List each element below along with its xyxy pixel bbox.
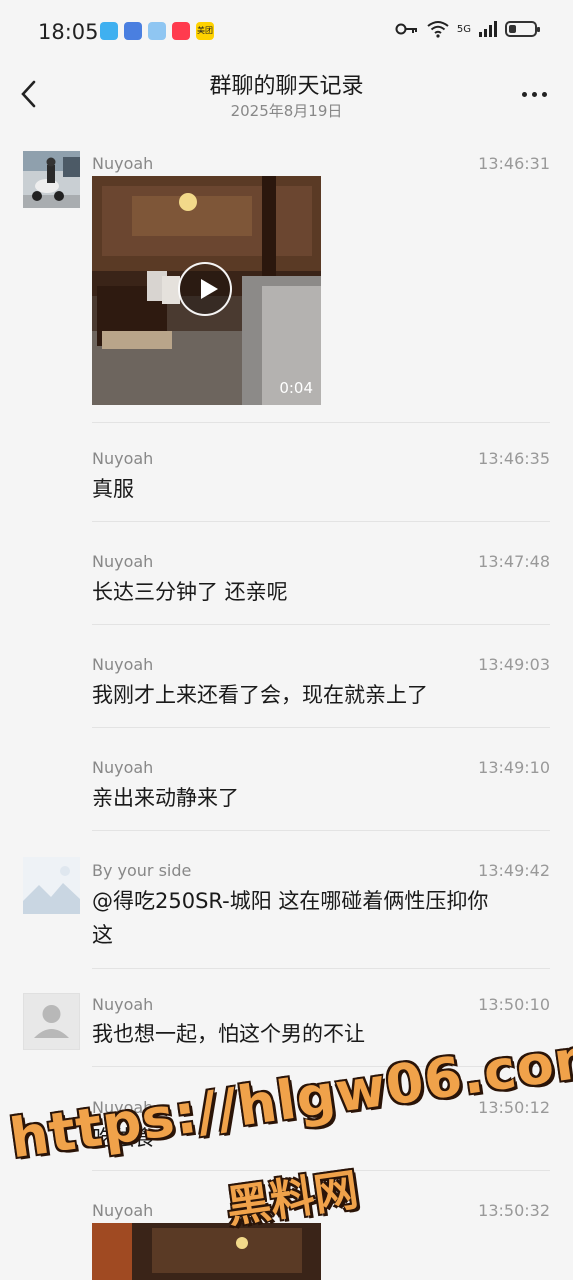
app-icon-4 [172,22,190,40]
message-text: 长达三分钟了 还亲呢 [92,580,288,604]
sender-name: Nuyoah [92,758,154,777]
status-bar: 18:05 美团 5G [0,0,573,64]
message-divider [92,521,550,522]
message-divider [92,422,550,423]
message-time: 13:50:12 [478,1098,550,1117]
message-divider [92,624,550,625]
message-time: 13:46:35 [478,449,550,468]
meituan-icon: 美团 [196,22,214,40]
message-divider [92,1066,550,1067]
sender-name: By your side [92,861,192,880]
message-time: 13:50:10 [478,995,550,1014]
avatar[interactable] [23,151,80,208]
message-text: 我刚才上来还看了会，现在就亲上了 [92,683,428,707]
wifi-icon [427,21,449,38]
sender-name: Nuyoah [92,1201,154,1220]
message-time: 13:49:42 [478,861,550,880]
battery-icon [505,21,540,37]
app-icon-1 [100,22,118,40]
message-text: 我也想一起，怕这个男的不让 [92,1022,365,1046]
message-time: 13:50:32 [478,1201,550,1220]
app-icon-2 [124,22,142,40]
avatar[interactable] [23,993,80,1050]
chat-date: 2025年8月19日 [230,102,343,120]
system-icons: 5G [395,20,540,38]
video-duration: 0:04 [279,379,313,397]
message-text: 亲出来动静来了 [92,786,239,810]
message-text: 真服 [92,477,134,501]
more-icon-dot [531,91,537,97]
message-divider [92,830,550,831]
message-time: 13:49:10 [478,758,550,777]
landscape-avatar-icon [23,857,80,914]
message-divider [92,1170,550,1171]
status-time: 18:05 [38,20,99,44]
sender-name: Nuyoah [92,1098,154,1117]
message-text: @得吃250SR-城阳 这在哪碰着俩性压抑你 [92,889,489,913]
scooter-rider-avatar-icon [23,151,80,208]
sender-name: Nuyoah [92,449,154,468]
page-title: 群聊的聊天记录 [209,74,364,99]
message-divider [92,968,550,969]
message-time: 13:47:48 [478,552,550,571]
sender-name: Nuyoah [92,552,154,571]
video-message[interactable]: 0:04 [92,176,321,405]
message-text-continued: 这 [92,923,113,947]
signal-icon [479,21,497,37]
more-icon-dot [541,91,547,97]
key-icon [395,23,417,35]
message-text: 吃独食 [92,1126,155,1150]
video-message[interactable] [92,1223,321,1280]
message-divider [92,727,550,728]
message-time: 13:49:03 [478,655,550,674]
video-thumbnail [92,1223,321,1280]
person-icon [34,1005,69,1038]
more-icon-dot [521,91,527,97]
notification-icons: 美团 [100,22,214,40]
app-icon-3 [148,22,166,40]
avatar[interactable] [23,857,80,914]
battery-level [509,25,516,33]
sender-name: Nuyoah [92,655,154,674]
message-time: 13:46:31 [478,154,550,173]
network-type: 5G [456,23,471,35]
sender-name: Nuyoah [92,154,154,173]
more-options-button[interactable] [517,82,551,106]
sender-name: Nuyoah [92,995,154,1014]
chat-history-header: 群聊的聊天记录 2025年8月19日 [0,64,573,134]
play-icon[interactable] [178,262,232,316]
